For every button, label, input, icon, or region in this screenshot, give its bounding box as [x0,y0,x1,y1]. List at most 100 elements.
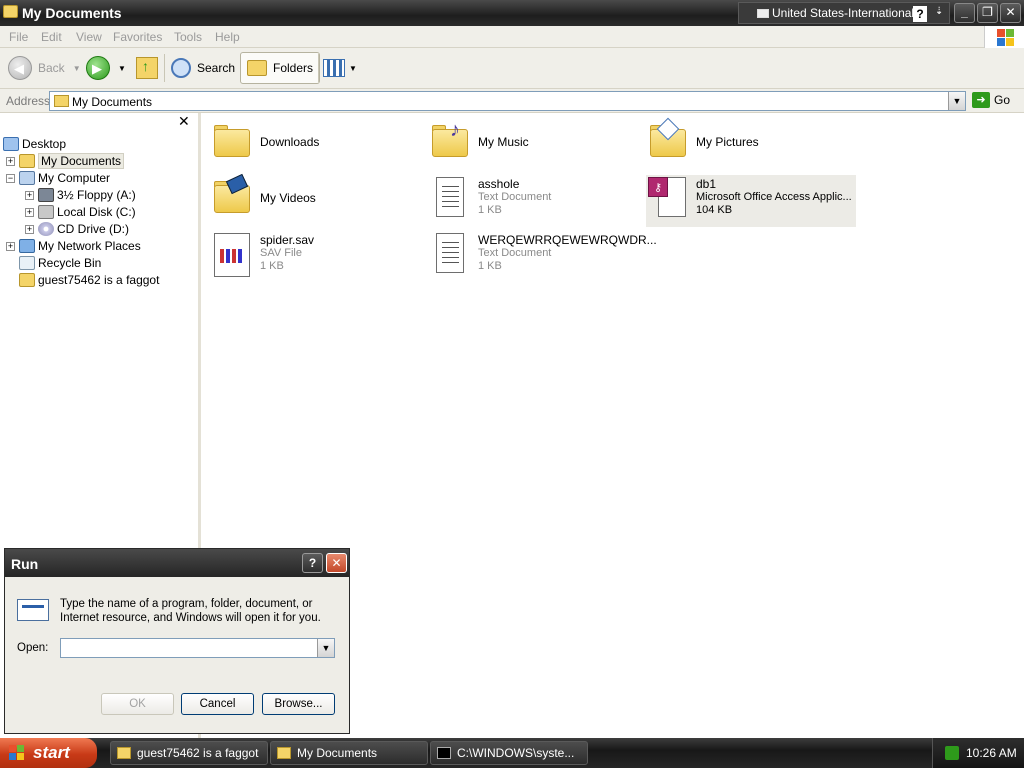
menu-help[interactable]: Help [215,30,240,44]
address-bar: Address My Documents ▼ ➜ Go [0,89,1024,113]
browse-button[interactable]: Browse... [262,693,335,715]
taskbar-button-my-documents[interactable]: My Documents [270,741,428,765]
chevron-down-icon[interactable]: ▼ [948,92,965,110]
close-icon[interactable]: ✕ [178,113,190,130]
item-name: My Music [478,135,529,149]
tree-item-label: 3½ Floppy (A:) [57,188,136,202]
list-item[interactable]: WERQEWRRQEWEWRQWDR... Text Document 1 KB [428,231,657,283]
language-bar[interactable]: United States-International ? ⇣ [738,2,950,24]
title-bar[interactable]: My Documents United States-International… [0,0,1024,26]
menu-tools[interactable]: Tools [174,30,202,44]
tree-item-floppy[interactable]: + 3½ Floppy (A:) [25,187,136,203]
search-icon [171,58,191,78]
windows-logo-icon [9,745,25,761]
options-icon[interactable]: ⇣ [935,6,943,17]
list-item[interactable]: My Pictures [646,117,759,171]
start-button[interactable]: start [0,738,97,768]
go-button[interactable]: ➜ Go [972,92,1010,108]
clock[interactable]: 10:26 AM [966,746,1017,760]
language-label[interactable]: United States-International [772,6,914,20]
network-tray-icon[interactable] [945,746,959,760]
expand-icon[interactable]: + [25,190,34,200]
menu-view[interactable]: View [76,30,102,44]
item-name: WERQEWRRQEWEWRQWDR... [478,233,657,247]
tree-item-recycle-bin[interactable]: Recycle Bin [19,255,101,271]
item-name: spider.sav [260,233,315,247]
sav-file-icon [210,231,254,277]
chevron-down-icon[interactable]: ▼ [118,64,126,73]
tree-item-local-disk[interactable]: + Local Disk (C:) [25,204,136,220]
item-type: Microsoft Office Access Applic... [696,191,852,203]
folder-icon [54,95,69,107]
recycle-bin-icon [19,256,35,270]
minimize-button[interactable]: _ [954,3,975,23]
item-name: db1 [696,177,717,191]
tree-item-desktop[interactable]: Desktop [3,136,66,152]
taskbar-button-guest-folder[interactable]: guest75462 is a faggot [110,741,268,765]
cancel-button[interactable]: Cancel [181,693,254,715]
maximize-button[interactable]: ❐ [977,3,998,23]
run-title-bar[interactable]: Run ? ✕ [5,549,349,577]
expand-icon[interactable]: + [25,207,34,217]
tree-item-my-documents[interactable]: + My Documents [6,153,125,169]
tree-item-label: guest75462 is a faggot [38,273,160,287]
expand-icon[interactable]: + [6,156,15,166]
up-folder-icon: ↑ [136,57,158,79]
tree-item-my-computer[interactable]: − My Computer [6,170,110,186]
chevron-down-icon[interactable]: ▼ [317,639,334,657]
views-button[interactable]: ▼ [323,52,357,84]
item-size: 1 KB [478,204,502,216]
tree-item-label: My Computer [38,171,111,185]
go-arrow-icon: ➜ [972,92,990,108]
access-database-icon: ⚷ [646,175,690,219]
start-label: start [33,743,70,762]
run-description: Type the name of a program, folder, docu… [60,598,321,624]
tree-item-guest-folder[interactable]: guest75462 is a faggot [19,272,159,288]
run-program-icon [17,599,49,621]
tree-item-label: My Documents [38,153,125,169]
ok-button[interactable]: OK [101,693,174,715]
folder-icon [19,273,35,287]
folder-icon [210,119,254,163]
up-folder-button[interactable]: ↑ [136,52,158,84]
run-dialog: Run ? ✕ Type the name of a program, fold… [4,548,350,734]
taskbar-button-command-prompt[interactable]: C:\WINDOWS\syste... [430,741,588,765]
address-value[interactable]: My Documents [72,95,152,109]
list-item[interactable]: My Videos [210,173,316,227]
back-button[interactable]: ◀ Back ▼ [8,52,81,84]
list-item[interactable]: spider.sav SAV File 1 KB [210,231,314,283]
list-item[interactable]: ♪ My Music [428,119,529,171]
close-button[interactable]: ✕ [1000,3,1021,23]
folder-icon [117,747,131,759]
tree-item-label: Local Disk (C:) [57,205,136,219]
address-input[interactable]: My Documents ▼ [49,91,966,111]
item-name: Downloads [260,135,320,149]
item-name: My Pictures [696,135,759,149]
folders-button[interactable]: Folders [240,52,321,84]
tree-item-cd-drive[interactable]: + CD Drive (D:) [25,221,129,237]
menu-file[interactable]: File [9,30,28,44]
keyboard-icon [757,9,769,18]
open-input[interactable]: ▼ [60,638,335,658]
tree-item-label: Desktop [22,137,67,151]
windows-logo-icon [984,26,1024,48]
menu-favorites[interactable]: Favorites [113,30,162,44]
close-button[interactable]: ✕ [326,553,347,573]
tree-item-network-places[interactable]: + My Network Places [6,238,141,254]
chevron-down-icon[interactable]: ▼ [73,64,81,73]
collapse-icon[interactable]: − [6,173,15,183]
forward-button[interactable]: ▶ ▼ [86,52,126,84]
menu-edit[interactable]: Edit [41,30,62,44]
help-button[interactable]: ? [302,553,323,573]
folder-icon [277,747,291,759]
list-item[interactable]: ⚷ db1 Microsoft Office Access Applic... … [646,175,856,227]
expand-icon[interactable]: + [6,241,15,251]
search-button[interactable]: Search [171,52,235,84]
desktop-icon [3,137,19,151]
expand-icon[interactable]: + [25,224,34,234]
system-tray: 10:26 AM [932,738,1024,768]
taskbar: start guest75462 is a faggot My Document… [0,738,1024,768]
list-item[interactable]: asshole Text Document 1 KB [428,175,551,227]
help-icon[interactable]: ? [913,6,927,22]
list-item[interactable]: Downloads [210,119,319,171]
